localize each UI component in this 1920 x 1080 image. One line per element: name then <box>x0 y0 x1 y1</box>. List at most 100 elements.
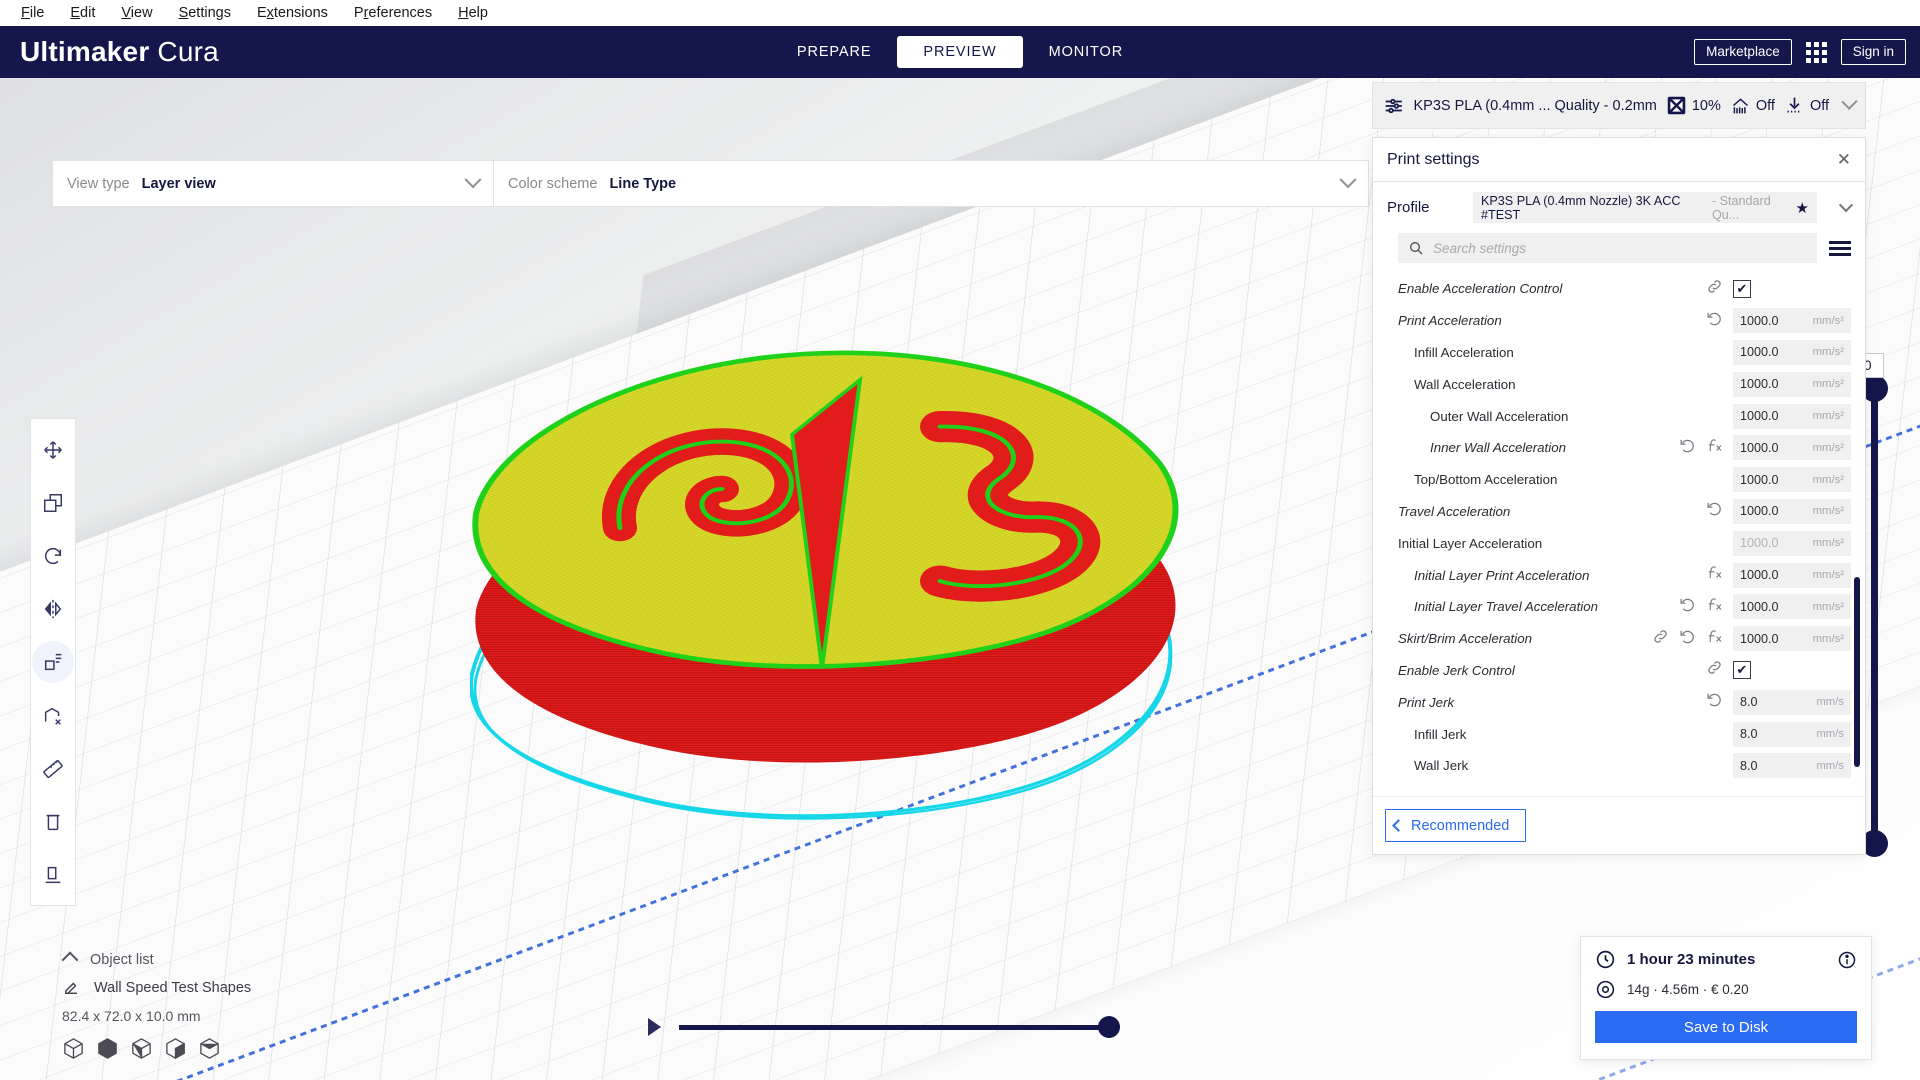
tab-prepare[interactable]: PREPARE <box>771 36 898 68</box>
close-icon[interactable]: ✕ <box>1837 151 1851 168</box>
view-top-icon[interactable] <box>130 1037 153 1060</box>
setting-row[interactable]: Wall Acceleration 1000.0 mm/s² <box>1373 368 1865 400</box>
menu-preferences[interactable]: Preferences <box>341 2 445 24</box>
measure-tool[interactable] <box>31 742 75 795</box>
setting-value-field[interactable]: 1000.0 mm/s² <box>1733 594 1851 620</box>
setting-row[interactable]: Infill Acceleration 1000.0 mm/s² <box>1373 337 1865 369</box>
infill-chip[interactable]: 10% <box>1666 95 1721 116</box>
sign-in-button[interactable]: Sign in <box>1840 39 1906 65</box>
setting-row[interactable]: Top/Bottom Acceleration 1000.0 mm/s² <box>1373 464 1865 496</box>
apps-grid-icon[interactable] <box>1805 41 1827 63</box>
revert-icon[interactable] <box>1679 596 1696 618</box>
path-slider-track[interactable] <box>679 1015 1120 1038</box>
setting-row[interactable]: Travel Acceleration 1000.0 mm/s² <box>1373 496 1865 528</box>
profile-dropdown[interactable]: KP3S PLA (0.4mm Nozzle) 3K ACC #TEST - S… <box>1473 192 1817 223</box>
search-container[interactable] <box>1398 233 1817 263</box>
link-icon[interactable] <box>1706 278 1723 300</box>
setting-value-field[interactable]: 1000.0 mm/s² <box>1733 626 1851 652</box>
menu-extensions[interactable]: Extensions <box>244 2 341 24</box>
view-right-icon[interactable] <box>198 1037 221 1060</box>
setting-checkbox[interactable]: ✔ <box>1733 279 1751 298</box>
chevron-down-icon-print-setup[interactable] <box>1841 93 1858 110</box>
setting-row[interactable]: Wall Jerk 8.0 mm/s <box>1373 750 1865 782</box>
setting-row[interactable]: Infill Jerk 8.0 mm/s <box>1373 718 1865 750</box>
chevron-down-icon-profile[interactable] <box>1838 197 1854 212</box>
view-left-icon[interactable] <box>164 1037 187 1060</box>
setting-value-field[interactable]: 8.0 mm/s <box>1733 721 1851 747</box>
formula-icon[interactable] <box>1706 564 1723 586</box>
setting-value-field[interactable]: 8.0 mm/s <box>1733 753 1851 779</box>
setting-row[interactable]: Skirt/Brim Acceleration 1000.0 mm/s² <box>1373 623 1865 655</box>
adhesion-chip[interactable]: Off <box>1784 95 1829 116</box>
marketplace-button[interactable]: Marketplace <box>1694 39 1792 65</box>
view-isometric-icon[interactable] <box>62 1037 85 1060</box>
rotate-tool[interactable] <box>31 529 75 582</box>
chevron-up-icon-object-list[interactable] <box>61 951 79 969</box>
setting-row[interactable]: Initial Layer Print Acceleration 1000.0 mm… <box>1373 559 1865 591</box>
view-type-selector[interactable]: View type Layer view <box>52 160 494 207</box>
formula-icon[interactable] <box>1706 596 1723 618</box>
search-input[interactable] <box>1433 240 1807 256</box>
cutting-tool[interactable] <box>31 848 75 901</box>
recommended-mode-button[interactable]: Recommended <box>1385 809 1527 842</box>
setting-value-field[interactable]: 1000.0 mm/s² <box>1733 308 1851 334</box>
menu-edit[interactable]: Edit <box>57 2 108 24</box>
layer-slider-track[interactable] <box>1871 385 1878 841</box>
settings-visibility-menu-icon[interactable] <box>1829 240 1851 256</box>
link-icon[interactable] <box>1652 628 1669 650</box>
setting-value-field[interactable]: 1000.0 mm/s² <box>1733 339 1851 365</box>
tab-preview[interactable]: PREVIEW <box>897 36 1023 68</box>
revert-icon[interactable] <box>1679 628 1696 650</box>
print-setup-selector[interactable]: KP3S PLA (0.4mm ... Quality - 0.2mm 10% … <box>1372 82 1866 129</box>
tab-monitor[interactable]: MONITOR <box>1023 36 1150 68</box>
revert-icon[interactable] <box>1679 437 1696 459</box>
setting-row[interactable]: Enable Jerk Control ✔ <box>1373 655 1865 687</box>
menu-settings[interactable]: Settings <box>166 2 244 24</box>
setting-row[interactable]: Print Jerk 8.0 mm/s <box>1373 686 1865 718</box>
star-icon[interactable]: ★ <box>1796 199 1809 217</box>
formula-icon[interactable] <box>1706 628 1723 650</box>
play-icon[interactable] <box>648 1018 661 1036</box>
view-front-icon[interactable] <box>96 1037 119 1060</box>
delete-tool[interactable] <box>31 795 75 848</box>
setting-row[interactable]: Initial Layer Acceleration 1000.0 mm/s² <box>1373 527 1865 559</box>
path-slider-handle[interactable] <box>1098 1015 1120 1038</box>
revert-icon[interactable] <box>1706 310 1723 332</box>
revert-icon[interactable] <box>1706 500 1723 522</box>
setting-value-field[interactable]: 1000.0 mm/s² <box>1733 562 1851 588</box>
support-blocker-tool[interactable] <box>31 689 75 742</box>
move-tool[interactable] <box>31 423 75 476</box>
mirror-tool[interactable] <box>31 582 75 635</box>
setting-row[interactable]: Print Acceleration 1000.0 mm/s² <box>1373 305 1865 337</box>
settings-list[interactable]: Enable Acceleration Control ✔ Print Accele… <box>1373 267 1865 796</box>
menu-view[interactable]: View <box>108 2 165 24</box>
setting-row[interactable]: Inner Wall Acceleration 1000.0 mm/s² <box>1373 432 1865 464</box>
menu-help[interactable]: Help <box>445 2 501 24</box>
setting-row[interactable]: Enable Acceleration Control ✔ <box>1373 273 1865 305</box>
settings-scrollbar[interactable] <box>1854 577 1860 767</box>
setting-row[interactable]: Initial Layer Travel Acceleration 1000.0 m… <box>1373 591 1865 623</box>
setting-value-field[interactable]: 8.0 mm/s <box>1733 689 1851 715</box>
chevron-down-icon-color-scheme[interactable] <box>1339 170 1357 188</box>
setting-value-field[interactable]: 1000.0 mm/s² <box>1733 371 1851 397</box>
scale-tool[interactable] <box>31 476 75 529</box>
setting-checkbox[interactable]: ✔ <box>1733 661 1751 680</box>
object-list-item[interactable]: Wall Speed Test Shapes <box>62 979 362 997</box>
setting-value-field[interactable]: 1000.0 mm/s² <box>1733 530 1851 556</box>
link-icon[interactable] <box>1706 659 1723 681</box>
setting-value-field[interactable]: 1000.0 mm/s² <box>1733 403 1851 429</box>
save-to-disk-button[interactable]: Save to Disk <box>1595 1011 1857 1043</box>
support-chip[interactable]: Off <box>1730 95 1775 116</box>
per-model-settings-tool[interactable] <box>32 641 74 683</box>
setting-value-field[interactable]: 1000.0 mm/s² <box>1733 435 1851 461</box>
formula-icon[interactable] <box>1706 437 1723 459</box>
color-scheme-selector[interactable]: Color scheme Line Type <box>494 160 1369 207</box>
info-icon[interactable] <box>1837 950 1857 970</box>
setting-row[interactable]: Outer Wall Acceleration 1000.0 mm/s² <box>1373 400 1865 432</box>
menu-file[interactable]: File <box>8 2 57 24</box>
setting-value-field[interactable]: 1000.0 mm/s² <box>1733 498 1851 524</box>
revert-icon[interactable] <box>1706 691 1723 713</box>
setting-value-field[interactable]: 1000.0 mm/s² <box>1733 467 1851 493</box>
object-list-header[interactable]: Object list <box>61 951 362 969</box>
chevron-down-icon-view-type[interactable] <box>464 170 482 188</box>
